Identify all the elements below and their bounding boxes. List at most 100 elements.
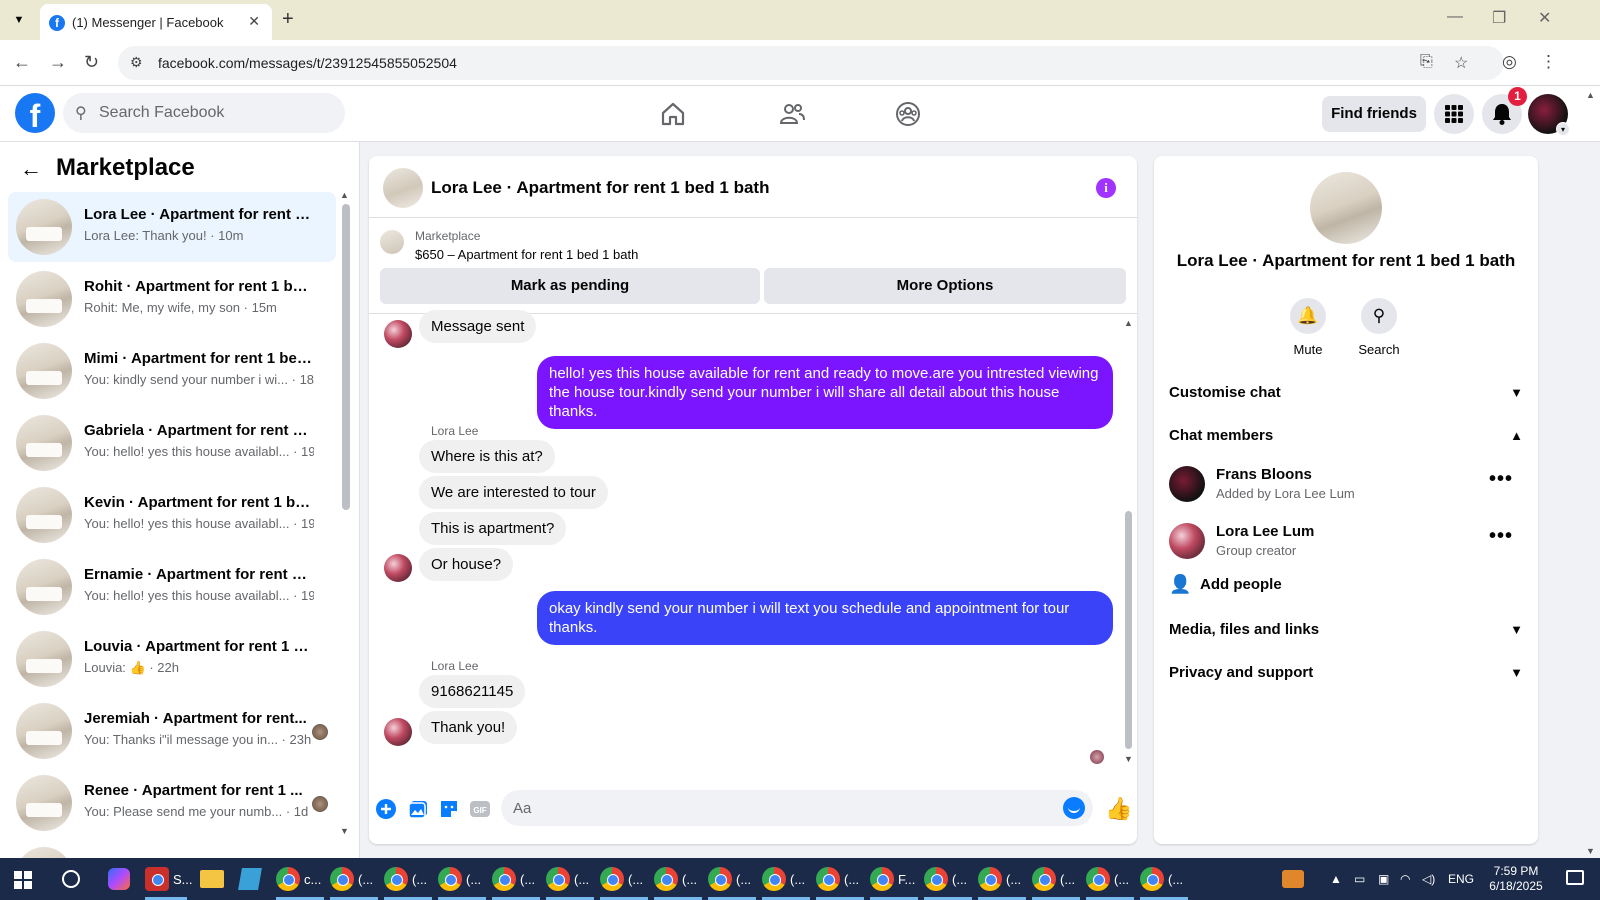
listing-thumbnail[interactable] xyxy=(380,230,404,254)
taskbar-chrome-window[interactable]: (... xyxy=(600,864,648,900)
mute-button[interactable]: 🔔 Mute xyxy=(1278,298,1338,357)
language-indicator[interactable]: ENG xyxy=(1448,872,1474,886)
new-tab-icon[interactable]: + xyxy=(282,8,294,31)
more-options-icon[interactable]: ••• xyxy=(1489,468,1513,491)
profile-icon[interactable]: ◎ xyxy=(1502,52,1517,72)
restore-icon[interactable]: ❐ xyxy=(1492,8,1506,28)
taskbar-chrome-window[interactable]: (... xyxy=(438,864,486,900)
conversation-item[interactable]: Rohit · Apartment for rent 1 bed... Rohi… xyxy=(8,264,336,334)
conversation-item[interactable]: Jeremiah · Apartment for rent... You: Th… xyxy=(8,696,336,766)
taskbar-chrome-window[interactable]: (... xyxy=(816,864,864,900)
conversation-item[interactable]: Renee · Apartment for rent 1 ... You: Pl… xyxy=(8,768,336,838)
bookmark-star-icon[interactable]: ☆ xyxy=(1454,53,1468,73)
taskbar-chrome-window[interactable]: (... xyxy=(708,864,756,900)
page-scroll-up-icon[interactable]: ▲ xyxy=(1586,90,1595,100)
copilot-icon[interactable] xyxy=(108,868,130,890)
sidebar-scrollbar[interactable] xyxy=(342,204,350,510)
conversation-item[interactable]: Lora Lee · Apartment for rent 1 ... Lora… xyxy=(8,192,336,262)
taskbar-chrome-window[interactable]: c... xyxy=(276,864,324,900)
notifications-center-icon[interactable] xyxy=(1566,870,1584,885)
minimize-icon[interactable]: — xyxy=(1447,8,1463,26)
wifi-icon[interactable]: ◠ xyxy=(1400,872,1410,886)
menu-grid-button[interactable] xyxy=(1434,94,1474,134)
chat-photo[interactable] xyxy=(1310,172,1382,244)
taskbar-chrome-window[interactable]: F... xyxy=(870,864,918,900)
media-files-links-row[interactable]: Media, files and links ▼ xyxy=(1169,610,1523,650)
message-input-wrapper[interactable] xyxy=(501,790,1093,826)
taskbar-chrome-window[interactable]: (... xyxy=(384,864,432,900)
system-clock[interactable]: 7:59 PM 6/18/2025 xyxy=(1476,864,1556,894)
sticker-icon[interactable] xyxy=(438,798,460,820)
taskbar-chrome-window[interactable]: (... xyxy=(1140,864,1188,900)
back-icon[interactable]: ← xyxy=(13,52,31,73)
scroll-up-arrow-icon[interactable]: ▲ xyxy=(340,190,349,200)
reload-icon[interactable]: ↻ xyxy=(84,52,99,73)
chat-thumbnail[interactable] xyxy=(383,168,423,208)
taskbar-chrome-window[interactable]: (... xyxy=(492,864,540,900)
listing-price-title[interactable]: $650 – Apartment for rent 1 bed 1 bath xyxy=(415,247,638,262)
back-arrow-icon[interactable]: ← xyxy=(20,156,42,182)
plus-circle-icon[interactable] xyxy=(375,798,397,820)
volume-icon[interactable]: ◁) xyxy=(1422,872,1435,886)
taskbar-chrome-window[interactable]: (... xyxy=(762,864,810,900)
site-info-icon[interactable]: ⚙ xyxy=(130,54,143,71)
address-bar[interactable]: ⚙ facebook.com/messages/t/23912545855052… xyxy=(118,46,1504,80)
search-in-chat-button[interactable]: ⚲ Search xyxy=(1349,298,1409,357)
chat-members-row[interactable]: Chat members ▲ xyxy=(1169,416,1523,456)
facebook-search[interactable]: ⚲ xyxy=(63,93,345,133)
info-icon[interactable]: i xyxy=(1096,178,1116,198)
emoji-icon[interactable] xyxy=(1063,797,1085,819)
browser-menu-icon[interactable]: ⋮ xyxy=(1540,52,1557,72)
scroll-down-arrow-icon[interactable]: ▼ xyxy=(1124,754,1133,764)
device-icon[interactable]: ▣ xyxy=(1378,872,1389,886)
close-window-icon[interactable]: ✕ xyxy=(1538,8,1551,28)
page-scroll-down-icon[interactable]: ▼ xyxy=(1586,846,1595,856)
taskbar-chrome-window[interactable]: (... xyxy=(924,864,972,900)
taskbar-chrome-window[interactable]: (... xyxy=(978,864,1026,900)
install-app-icon[interactable]: ⎘ xyxy=(1420,53,1433,71)
privacy-support-row[interactable]: Privacy and support ▼ xyxy=(1169,653,1523,693)
customise-chat-row[interactable]: Customise chat ▼ xyxy=(1169,373,1523,413)
conversation-item[interactable]: Kevin · Apartment for rent 1 bed... You:… xyxy=(8,480,336,550)
more-options-icon[interactable]: ••• xyxy=(1489,525,1513,548)
gif-icon[interactable]: GIF xyxy=(469,798,491,820)
conversation-item[interactable]: Louvia · Apartment for rent 1 be... Louv… xyxy=(8,624,336,694)
taskbar-chrome-window[interactable]: (... xyxy=(330,864,378,900)
battery-icon[interactable]: ▭ xyxy=(1354,872,1365,886)
scroll-up-arrow-icon[interactable]: ▲ xyxy=(1124,318,1133,328)
forward-icon[interactable]: → xyxy=(49,52,67,73)
home-icon[interactable] xyxy=(659,100,687,128)
thumbs-up-icon[interactable]: 👍 xyxy=(1105,796,1132,822)
friends-icon[interactable] xyxy=(778,100,806,128)
message-input[interactable] xyxy=(513,798,1053,818)
groups-icon[interactable] xyxy=(894,100,922,128)
conversation-item[interactable]: Mimi · Apartment for rent 1 bed ... You:… xyxy=(8,336,336,406)
taskbar-chrome-window[interactable]: (... xyxy=(546,864,594,900)
chat-title[interactable]: Lora Lee · Apartment for rent 1 bed 1 ba… xyxy=(431,178,769,198)
notepad-icon[interactable] xyxy=(238,868,262,890)
browser-tab[interactable]: f (1) Messenger | Facebook ✕ xyxy=(40,4,272,40)
taskbar-chrome-window[interactable]: (... xyxy=(654,864,702,900)
conversation-item[interactable]: Gabriela · Apartment for rent 1 b... You… xyxy=(8,408,336,478)
show-hidden-icons-icon[interactable]: ▲ xyxy=(1330,872,1342,886)
tab-search-chevron-icon[interactable]: ▼ xyxy=(8,9,30,31)
file-explorer-icon[interactable] xyxy=(200,870,224,888)
member-row[interactable]: Lora Lee Lum Group creator ••• xyxy=(1169,519,1523,567)
scroll-down-arrow-icon[interactable]: ▼ xyxy=(340,826,349,836)
windows-start-icon[interactable] xyxy=(14,871,32,889)
widgets-icon[interactable] xyxy=(1282,870,1304,888)
url-text[interactable]: facebook.com/messages/t/2391254585505250… xyxy=(158,55,457,71)
taskbar-app[interactable]: S... xyxy=(145,864,193,900)
conversation-item[interactable]: Ernamie · Apartment for rent 1 b... You:… xyxy=(8,552,336,622)
taskbar-chrome-window[interactable]: (... xyxy=(1086,864,1134,900)
search-icon[interactable] xyxy=(62,870,80,888)
conversation-item-partial[interactable] xyxy=(8,840,336,858)
facebook-logo-icon[interactable]: f xyxy=(15,93,55,133)
member-row[interactable]: Frans Bloons Added by Lora Lee Lum ••• xyxy=(1169,462,1523,510)
close-tab-icon[interactable]: ✕ xyxy=(248,13,260,30)
more-options-button[interactable]: More Options xyxy=(764,268,1126,304)
photo-icon[interactable] xyxy=(407,798,429,820)
taskbar-chrome-window[interactable]: (... xyxy=(1032,864,1080,900)
mark-as-pending-button[interactable]: Mark as pending xyxy=(380,268,760,304)
find-friends-button[interactable]: Find friends xyxy=(1322,96,1426,132)
